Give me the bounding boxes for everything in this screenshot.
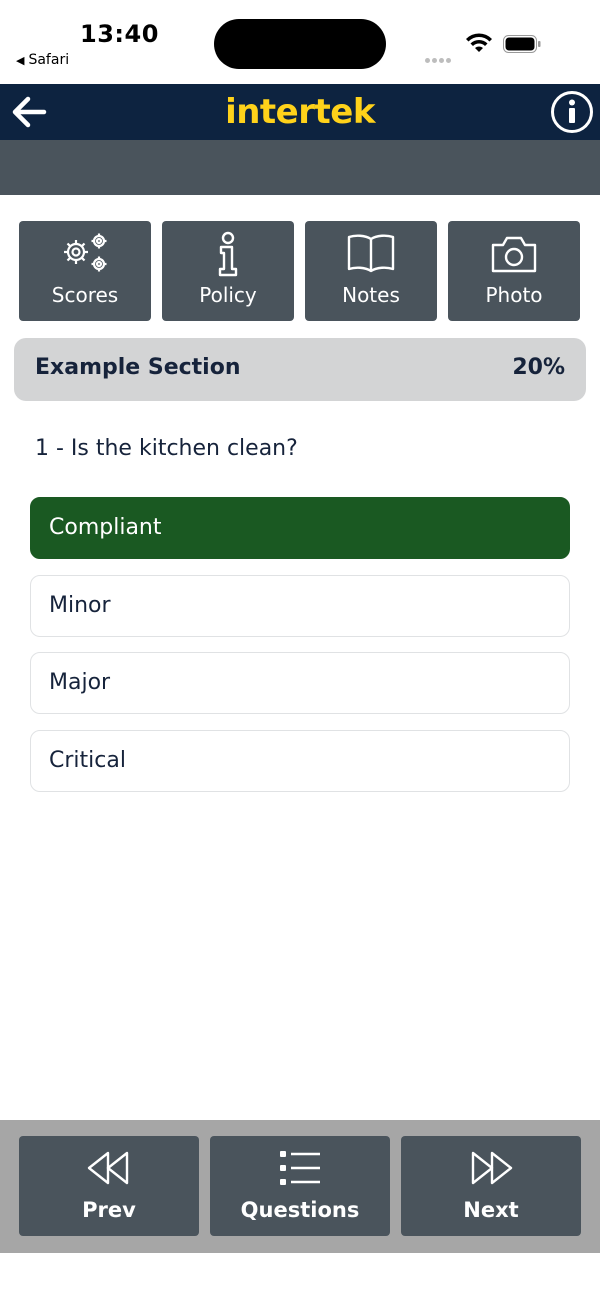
next-button[interactable]: Next <box>401 1136 581 1236</box>
gears-icon <box>64 233 107 272</box>
info-i-icon <box>218 231 238 277</box>
battery-icon <box>503 35 541 53</box>
scores-button[interactable]: Scores <box>19 221 151 321</box>
answer-label: Compliant <box>49 515 162 540</box>
policy-button[interactable]: Policy <box>162 221 294 321</box>
back-app-label: Safari <box>28 52 70 68</box>
answer-label: Major <box>49 670 111 695</box>
answer-critical[interactable]: Critical <box>30 730 570 792</box>
sub-header-bar <box>0 140 600 195</box>
back-triangle-icon: ◀ <box>16 54 25 67</box>
intertek-logo: intertek <box>225 92 375 132</box>
notes-button[interactable]: Notes <box>305 221 437 321</box>
photo-label: Photo <box>485 283 543 307</box>
photo-button[interactable]: Photo <box>448 221 580 321</box>
section-progress: 20% <box>512 355 565 380</box>
open-book-icon <box>347 234 395 273</box>
app-header: intertek <box>0 84 600 140</box>
notes-label: Notes <box>342 283 400 307</box>
fast-forward-icon <box>471 1151 513 1185</box>
status-time: 13:40 <box>80 20 159 48</box>
section-title: Example Section <box>35 355 241 380</box>
answer-major[interactable]: Major <box>30 652 570 714</box>
back-to-app-link[interactable]: ◀ Safari <box>16 52 69 68</box>
dynamic-island <box>214 19 386 69</box>
rewind-icon <box>87 1151 129 1185</box>
wifi-icon <box>466 33 492 52</box>
answer-label: Minor <box>49 593 111 618</box>
prev-button[interactable]: Prev <box>19 1136 199 1236</box>
questions-label: Questions <box>240 1198 360 1222</box>
questions-button[interactable]: Questions <box>210 1136 390 1236</box>
list-icon <box>280 1151 320 1185</box>
bottom-navigation: Prev Questions Next <box>0 1120 600 1253</box>
answer-minor[interactable]: Minor <box>30 575 570 637</box>
question-text: 1 - Is the kitchen clean? <box>35 436 298 461</box>
scores-label: Scores <box>51 283 119 307</box>
answer-compliant[interactable]: Compliant <box>30 497 570 559</box>
info-icon[interactable] <box>550 90 594 134</box>
answer-label: Critical <box>49 748 126 773</box>
status-bar: 13:40 ◀ Safari <box>0 0 600 84</box>
next-label: Next <box>463 1198 519 1222</box>
camera-icon <box>491 236 537 273</box>
prev-label: Prev <box>82 1198 136 1222</box>
cellular-signal-icon <box>425 48 453 67</box>
section-header: Example Section 20% <box>14 338 586 401</box>
policy-label: Policy <box>199 283 257 307</box>
